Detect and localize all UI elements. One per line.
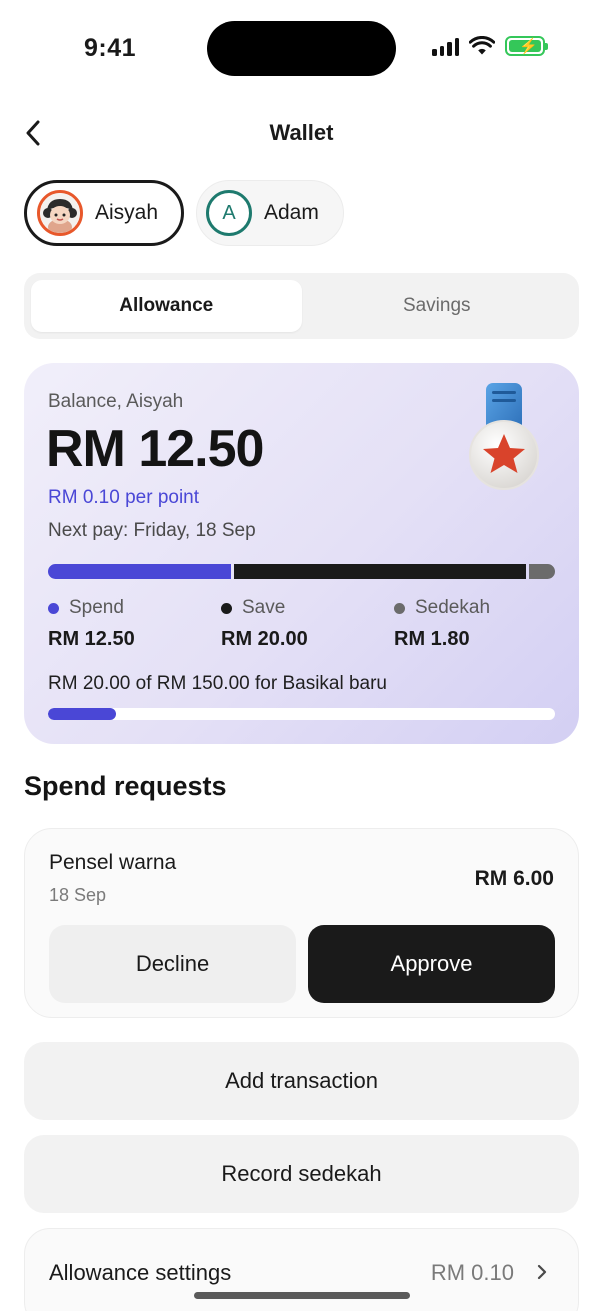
child-chip-aisyah[interactable]: Aisyah bbox=[24, 180, 184, 246]
request-amount: RM 6.00 bbox=[474, 867, 554, 890]
legend-label: Sedekah bbox=[415, 597, 491, 618]
legend-spend: Spend RM 12.50 bbox=[48, 597, 135, 651]
settings-label: Allowance settings bbox=[49, 1260, 232, 1285]
section-title-spend-requests: Spend requests bbox=[24, 771, 227, 801]
allocation-legend: Spend RM 12.50 Save RM 20.00 Sedekah RM … bbox=[48, 597, 555, 657]
cellular-signal-icon bbox=[432, 36, 459, 56]
status-time: 9:41 bbox=[84, 34, 137, 62]
avatar-initial: A bbox=[222, 201, 236, 224]
goal-progress-fill bbox=[48, 708, 116, 720]
cartoon-girl-avatar-icon bbox=[40, 193, 80, 233]
header: Wallet bbox=[0, 108, 603, 158]
status-bar: 9:41 ⚡ bbox=[0, 0, 603, 96]
legend-value: RM 20.00 bbox=[221, 628, 308, 650]
dynamic-island bbox=[207, 21, 396, 76]
add-transaction-button[interactable]: Add transaction bbox=[24, 1042, 579, 1120]
tab-savings[interactable]: Savings bbox=[302, 280, 573, 332]
sedekah-dot bbox=[394, 602, 405, 614]
spend-request-card: Pensel warna 18 Sep RM 6.00 Decline Appr… bbox=[24, 828, 579, 1018]
legend-value: RM 1.80 bbox=[394, 628, 470, 650]
page-title: Wallet bbox=[269, 120, 334, 145]
balance-card: Balance, Aisyah RM 12.50 RM 0.10 per poi… bbox=[24, 363, 579, 744]
wifi-icon bbox=[469, 36, 495, 55]
legend-sedekah: Sedekah RM 1.80 bbox=[394, 597, 490, 651]
request-item-name: Pensel warna bbox=[49, 851, 177, 874]
tab-allowance[interactable]: Allowance bbox=[31, 280, 302, 332]
save-dot bbox=[221, 602, 232, 614]
decline-button[interactable]: Decline bbox=[49, 925, 296, 1003]
goal-text: RM 20.00 of RM 150.00 for Basikal baru bbox=[48, 673, 388, 694]
allocation-segment-save bbox=[234, 564, 526, 579]
avatar: A bbox=[206, 190, 252, 236]
battery-icon: ⚡ bbox=[505, 36, 548, 56]
home-indicator bbox=[194, 1292, 410, 1299]
legend-save: Save RM 20.00 bbox=[221, 597, 308, 651]
star-medal-icon bbox=[469, 383, 539, 490]
child-chip-adam[interactable]: A Adam bbox=[196, 180, 344, 246]
allocation-segment-spend bbox=[48, 564, 231, 579]
wallet-tabs: Allowance Savings bbox=[24, 273, 579, 339]
settings-value: RM 0.10 bbox=[430, 1260, 514, 1285]
goal-progress-bar bbox=[48, 708, 555, 720]
status-icons: ⚡ bbox=[432, 36, 548, 56]
balance-label: Balance, Aisyah bbox=[48, 391, 184, 412]
child-name: Adam bbox=[264, 201, 319, 224]
balance-amount: RM 12.50 bbox=[46, 420, 264, 478]
approve-button[interactable]: Approve bbox=[308, 925, 555, 1003]
allocation-bar bbox=[48, 564, 555, 579]
child-selector: Aisyah A Adam bbox=[24, 180, 344, 246]
allocation-segment-sedekah bbox=[529, 564, 555, 579]
spend-dot bbox=[48, 602, 59, 614]
legend-value: RM 12.50 bbox=[48, 628, 135, 650]
avatar bbox=[37, 190, 83, 236]
legend-label: Spend bbox=[69, 597, 124, 618]
record-sedekah-button[interactable]: Record sedekah bbox=[24, 1135, 579, 1213]
legend-label: Save bbox=[242, 597, 286, 618]
child-name: Aisyah bbox=[95, 201, 159, 224]
request-date: 18 Sep bbox=[49, 885, 107, 905]
point-rate: RM 0.10 per point bbox=[48, 487, 200, 508]
chevron-right-icon bbox=[537, 1264, 547, 1280]
next-pay: Next pay: Friday, 18 Sep bbox=[48, 520, 256, 541]
